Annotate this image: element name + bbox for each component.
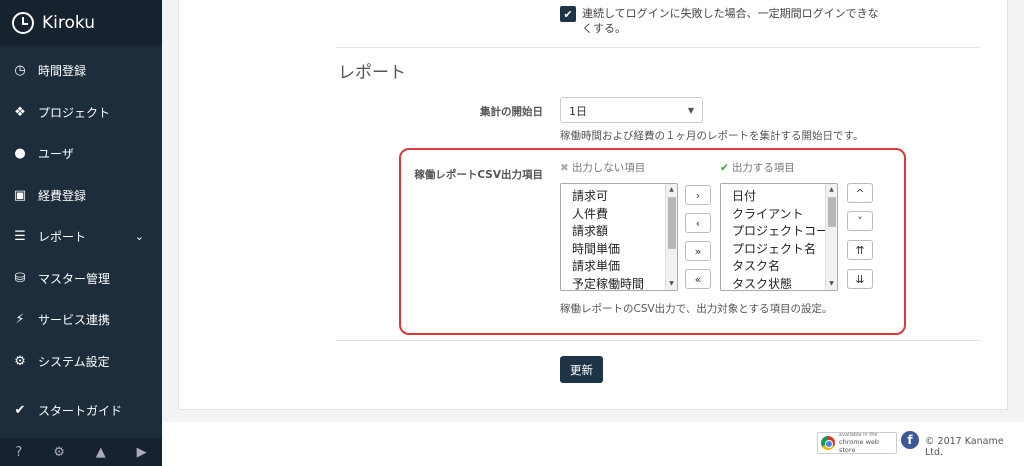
gear-icon: ⚙ [14,353,26,369]
start-day-help: 稼働時間および経費の１ヶ月のレポートを集計する開始日です。 [560,130,864,142]
sidebar-item-label: 時間登録 [38,64,87,79]
list-icon: ☰ [14,229,26,245]
csv-fields-help: 稼働レポートのCSV出力で、出力対象とする項目の設定。 [560,303,833,315]
excluded-header: ✖ 出力しない項目 [560,160,645,175]
list-item[interactable]: 請求額 [561,223,677,241]
cws-line2: chrome web store [839,438,880,454]
sidebar-footer: ? ⚙ ▲ ▶ [0,438,162,466]
sidebar-item-label: レポート [38,230,87,245]
scroll-thumb[interactable] [828,197,836,227]
list-item[interactable]: 時間単価 [561,241,677,259]
play-icon[interactable]: ▶ [137,445,147,460]
sidebar-item-label: ユーザ [38,147,74,162]
sidebar-item-label: サービス連携 [38,313,111,328]
list-item[interactable]: タスク名 [721,258,837,276]
chevron-down-icon: ⌄ [134,230,144,244]
scroll-up-icon[interactable]: ▲ [666,184,677,196]
scroll-thumb[interactable] [668,197,676,249]
list-item[interactable]: 請求単価 [561,258,677,276]
check-icon: ✔ [14,403,26,419]
scroll-up-icon[interactable]: ▲ [826,184,837,196]
user-icon: ● [14,146,26,162]
scroll-down-icon[interactable]: ▼ [826,278,837,290]
list-item[interactable]: プロジェクト名 [721,241,837,259]
sidebar-item-label: 経費登録 [38,188,87,203]
cubes-icon: ❖ [14,104,26,120]
start-day-label: 集計の開始日 [480,106,543,118]
list-item[interactable]: 請求可 [561,188,677,206]
brand[interactable]: Kiroku [0,0,162,46]
scrollbar[interactable]: ▲ ▼ [825,184,837,290]
list-item[interactable]: 日付 [721,188,837,206]
included-fields-list[interactable]: 日付 クライアント プロジェクトコード プロジェクト名 タスク名 タスク状態 ▲… [720,183,838,291]
move-down-button[interactable]: ˅ [847,211,873,231]
move-left-button[interactable]: ‹ [685,213,711,233]
move-bottom-button[interactable]: ⇊ [847,269,873,289]
move-top-button[interactable]: ⇈ [847,240,873,260]
divider [336,47,980,48]
sidebar-item-label: プロジェクト [38,105,111,120]
cws-text: available in the chrome web store [839,432,896,454]
facebook-icon[interactable]: f [901,431,919,449]
chrome-web-store-badge[interactable]: available in the chrome web store [817,432,897,454]
sidebar-item-master[interactable]: ⛁ マスター管理 [0,258,162,300]
caret-down-icon: ▼ [687,106,694,115]
sidebar: Kiroku ◷ 時間登録 ❖ プロジェクト ● ユーザ ▣ 経費登録 ☰ レポ… [0,0,162,466]
clock-logo-icon [12,12,34,34]
included-header-text: 出力する項目 [731,162,795,174]
divider [336,340,980,341]
move-all-left-button[interactable]: « [685,269,711,289]
list-item[interactable]: 予定稼働時間 [561,276,677,290]
lockout-label: 連続してログインに失敗した場合、一定期間ログインできなくする。 [582,7,879,35]
scroll-down-icon[interactable]: ▼ [666,278,677,290]
times-icon: ✖ [560,162,569,174]
included-items: 日付 クライアント プロジェクトコード プロジェクト名 タスク名 タスク状態 [721,184,837,290]
clock-icon: ◷ [14,63,26,79]
list-item[interactable]: プロジェクトコード [721,223,837,241]
database-icon: ⛁ [14,270,26,286]
sidebar-item-users[interactable]: ● ユーザ [0,133,162,175]
start-day-value: 1日 [569,105,587,118]
sidebar-item-label: マスター管理 [38,271,111,286]
sidebar-item-label: システム設定 [38,354,110,369]
excluded-header-text: 出力しない項目 [571,162,646,174]
lockout-checkbox[interactable]: ✔ [560,6,576,22]
chrome-logo-icon [821,436,835,450]
help-icon[interactable]: ? [15,445,22,460]
csv-fields-label: 稼働レポートCSV出力項目 [414,169,543,181]
included-header: ✔ 出力する項目 [720,160,795,175]
scrollbar[interactable]: ▲ ▼ [665,184,677,290]
app-title: Kiroku [42,13,95,33]
list-item[interactable]: クライアント [721,206,837,224]
plug-icon: ⚡ [15,312,25,328]
lock-icon[interactable]: ▲ [96,445,106,460]
update-button[interactable]: 更新 [560,356,603,383]
sidebar-item-expenses[interactable]: ▣ 経費登録 [0,175,162,217]
start-day-select[interactable]: 1日 ▼ [560,97,703,123]
bus-icon: ▣ [13,187,27,203]
excluded-items: 請求可 人件費 請求額 時間単価 請求単価 予定稼働時間 [561,184,677,290]
move-up-button[interactable]: ^ [847,183,873,203]
lockout-option[interactable]: ✔ 連続してログインに失敗した場合、一定期間ログインできなくする。 [560,6,880,36]
list-item[interactable]: 人件費 [561,206,677,224]
excluded-fields-list[interactable]: 請求可 人件費 請求額 時間単価 請求単価 予定稼働時間 ▲ ▼ [560,183,678,291]
sidebar-item-reports[interactable]: ☰ レポート ⌄ [0,216,162,258]
copyright: © 2017 Kaname Ltd. [925,436,1004,458]
settings-icon[interactable]: ⚙ [53,445,65,460]
move-all-right-button[interactable]: » [685,241,711,261]
move-right-button[interactable]: › [685,185,711,205]
sidebar-nav: ◷ 時間登録 ❖ プロジェクト ● ユーザ ▣ 経費登録 ☰ レポート ⌄ ⛁ … [0,50,162,382]
sidebar-item-settings[interactable]: ⚙ システム設定 [0,341,162,383]
check-icon: ✔ [720,162,729,174]
list-item[interactable]: タスク状態 [721,276,837,290]
sidebar-item-label: スタートガイド [38,404,123,419]
report-section-title: レポート [338,63,406,83]
sidebar-item-time-entry[interactable]: ◷ 時間登録 [0,50,162,92]
sidebar-item-integrations[interactable]: ⚡ サービス連携 [0,299,162,341]
sidebar-item-start-guide[interactable]: ✔ スタートガイド [0,390,162,432]
sidebar-item-projects[interactable]: ❖ プロジェクト [0,92,162,134]
